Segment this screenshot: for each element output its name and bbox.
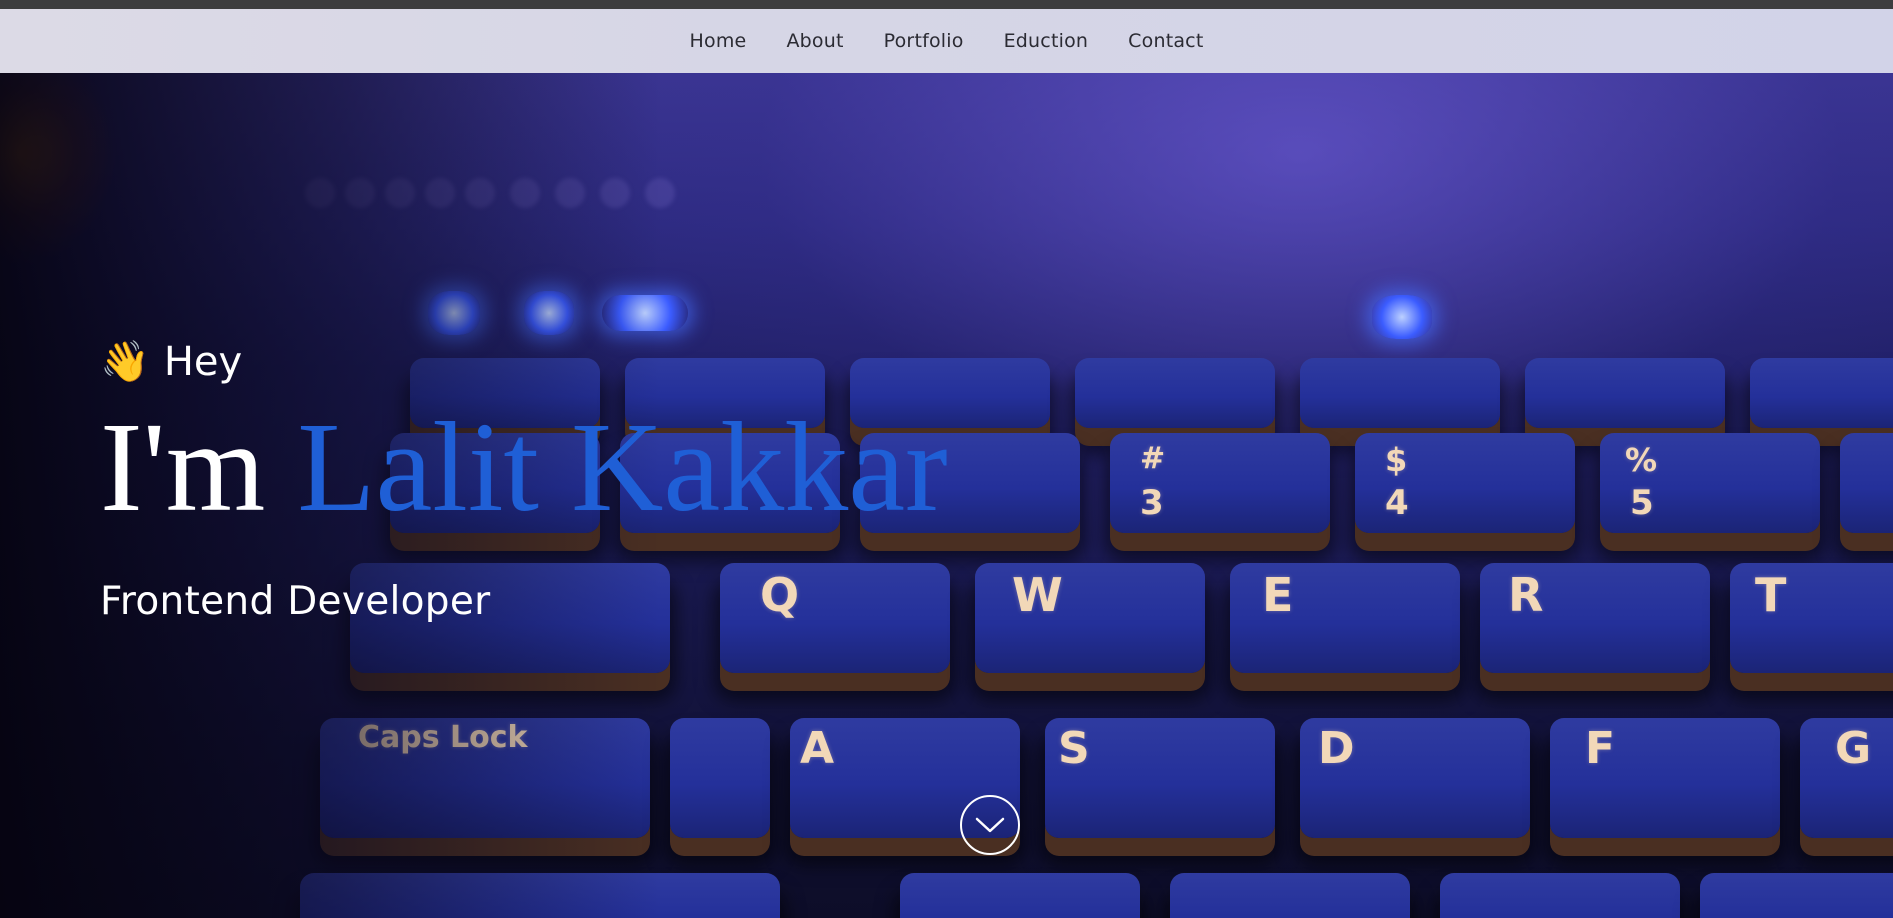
navbar: Home About Portfolio Eduction Contact (0, 9, 1893, 73)
title-intro: I'm (100, 396, 298, 538)
nav-item-about[interactable]: About (766, 30, 863, 52)
nav-item-education[interactable]: Eduction (984, 30, 1109, 52)
scroll-down-button[interactable] (960, 795, 1020, 855)
greeting-text: Hey (163, 339, 243, 385)
nav-item-home[interactable]: Home (670, 30, 767, 52)
title-name: Lalit Kakkar (297, 396, 948, 538)
hero-section: # 3 $ 4 % 5 Q W E R T Caps Lock A S D F … (0, 73, 1893, 918)
hero-content: 👋 Hey I'm Lalit Kakkar Frontend Develope… (100, 331, 948, 624)
nav-item-portfolio[interactable]: Portfolio (864, 30, 984, 52)
nav-item-contact[interactable]: Contact (1108, 30, 1223, 52)
browser-top-strip (0, 0, 1893, 9)
greeting: 👋 Hey (100, 331, 948, 393)
page-title: I'm Lalit Kakkar (100, 403, 948, 531)
role-subtitle: Frontend Developer (100, 579, 491, 624)
chevron-down-icon (975, 817, 1005, 833)
waving-hand-icon: 👋 (100, 339, 150, 385)
